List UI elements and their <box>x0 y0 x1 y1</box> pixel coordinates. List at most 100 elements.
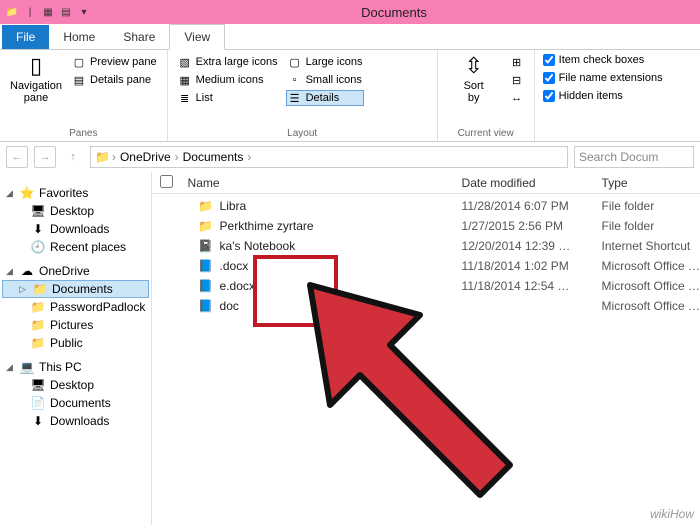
group-layout-label: Layout <box>176 128 429 139</box>
file-row[interactable]: 📘e.docx11/18/2014 12:54 …Microsoft Offic… <box>152 276 700 296</box>
tab-file[interactable]: File <box>2 25 49 49</box>
watermark: wikiHow <box>650 507 694 521</box>
tab-home[interactable]: Home <box>49 25 109 49</box>
caret-icon: ▷ <box>19 284 28 295</box>
file-list-pane: Name Date modified Type 📁Libra11/28/2014… <box>152 172 700 525</box>
view-small[interactable]: ▫Small icons <box>286 72 365 88</box>
header-name[interactable]: Name <box>182 176 462 190</box>
header-date[interactable]: Date modified <box>462 176 602 190</box>
crumb-onedrive[interactable]: OneDrive <box>118 150 173 164</box>
preview-pane-button[interactable]: ▢Preview pane <box>70 54 159 70</box>
title-bar: 📁 | ▦ ▤ ▾ Documents <box>0 0 700 24</box>
file-name: ka's Notebook <box>220 239 296 253</box>
tab-view[interactable]: View <box>169 24 225 50</box>
checkbox-item-checkboxes[interactable]: Item check boxes <box>543 54 663 66</box>
view-extra-large[interactable]: ▧Extra large icons <box>176 54 280 70</box>
file-type: File folder <box>602 199 700 213</box>
add-columns-button[interactable]: ⊟ <box>508 72 526 88</box>
chevron-right-icon: › <box>112 150 116 164</box>
downloads-icon: ⬇ <box>30 222 46 236</box>
file-icon: 📓 <box>198 238 214 254</box>
file-name: Perkthime zyrtare <box>220 219 314 233</box>
desktop-icon: 🖥 <box>30 204 46 218</box>
group-show-hide: Item check boxes File name extensions Hi… <box>535 50 671 141</box>
tree-pc-desktop[interactable]: 🖥Desktop <box>2 376 149 394</box>
folder-icon: 📁 <box>30 336 46 350</box>
file-name: Libra <box>220 199 247 213</box>
qat-dropdown-icon[interactable]: ▾ <box>76 4 92 20</box>
tree-documents[interactable]: ▷📁Documents <box>2 280 149 298</box>
view-large[interactable]: ▢Large icons <box>286 54 365 70</box>
details-pane-button[interactable]: ▤Details pane <box>70 72 159 88</box>
tree-downloads[interactable]: ⬇Downloads <box>2 220 149 238</box>
groupby-icon: ⊞ <box>510 55 524 69</box>
tree-passwordpadlock[interactable]: 📁PasswordPadlock <box>2 298 149 316</box>
qat-item-icon[interactable]: ▦ <box>40 4 56 20</box>
breadcrumb[interactable]: 📁 › OneDrive › Documents › <box>90 146 568 168</box>
tree-pc-downloads[interactable]: ⬇Downloads <box>2 412 149 430</box>
header-checkbox[interactable] <box>152 175 182 191</box>
file-row[interactable]: 📘docMicrosoft Office … <box>152 296 700 316</box>
navpane-icon: ▯ <box>30 54 42 78</box>
nav-tree[interactable]: ◢⭐Favorites 🖥Desktop ⬇Downloads 🕘Recent … <box>0 172 152 525</box>
qat-sep: | <box>22 4 38 20</box>
view-list[interactable]: ≣List <box>176 90 280 106</box>
view-details[interactable]: ☰Details <box>286 90 365 106</box>
tree-desktop[interactable]: 🖥Desktop <box>2 202 149 220</box>
checkbox-hidden-items[interactable]: Hidden items <box>543 90 663 102</box>
group-panes-label: Panes <box>8 128 159 139</box>
file-date: 11/18/2014 12:54 … <box>462 279 602 293</box>
file-date: 11/18/2014 1:02 PM <box>462 259 602 273</box>
tree-onedrive[interactable]: ◢☁OneDrive <box>2 262 149 280</box>
group-panes: ▯ Navigation pane ▢Preview pane ▤Details… <box>0 50 168 141</box>
group-current-view: ⇳ Sort by ⊞ ⊟ ↔ Current view <box>438 50 535 141</box>
checkbox-extensions[interactable]: File name extensions <box>543 72 663 84</box>
addcol-icon: ⊟ <box>510 73 524 87</box>
details-icon: ☰ <box>288 91 302 105</box>
up-button[interactable]: ↑ <box>62 146 84 168</box>
sort-by-button[interactable]: ⇳ Sort by <box>446 54 502 104</box>
view-medium[interactable]: ▦Medium icons <box>176 72 280 88</box>
folder-icon: 📁 <box>30 318 46 332</box>
documents-icon: 📄 <box>30 396 46 410</box>
caret-icon: ◢ <box>6 266 15 277</box>
sizecol-icon: ↔ <box>510 91 524 105</box>
desktop-icon: 🖥 <box>30 378 46 392</box>
downloads-icon: ⬇ <box>30 414 46 428</box>
file-date: 11/28/2014 6:07 PM <box>462 199 602 213</box>
search-input[interactable]: Search Docum <box>574 146 694 168</box>
size-columns-button[interactable]: ↔ <box>508 90 526 106</box>
group-by-button[interactable]: ⊞ <box>508 54 526 70</box>
crumb-documents[interactable]: Documents <box>181 150 246 164</box>
header-type[interactable]: Type <box>602 176 700 190</box>
tree-pictures[interactable]: 📁Pictures <box>2 316 149 334</box>
back-button[interactable]: ← <box>6 146 28 168</box>
lg-icon: ▢ <box>288 55 302 69</box>
forward-button[interactable]: → <box>34 146 56 168</box>
tree-public[interactable]: 📁Public <box>2 334 149 352</box>
group-current-label: Current view <box>446 128 526 139</box>
file-row[interactable]: 📘.docx11/18/2014 1:02 PMMicrosoft Office… <box>152 256 700 276</box>
caret-icon: ◢ <box>6 362 15 373</box>
explorer-body: ◢⭐Favorites 🖥Desktop ⬇Downloads 🕘Recent … <box>0 172 700 525</box>
tree-thispc[interactable]: ◢💻This PC <box>2 358 149 376</box>
file-row[interactable]: 📁Libra11/28/2014 6:07 PMFile folder <box>152 196 700 216</box>
tree-favorites[interactable]: ◢⭐Favorites <box>2 184 149 202</box>
star-icon: ⭐ <box>19 186 35 200</box>
file-row[interactable]: 📓ka's Notebook12/20/2014 12:39 …Internet… <box>152 236 700 256</box>
address-bar: ← → ↑ 📁 › OneDrive › Documents › Search … <box>0 142 700 172</box>
navigation-pane-button[interactable]: ▯ Navigation pane <box>8 54 64 104</box>
cloud-icon: ☁ <box>19 264 35 278</box>
file-row[interactable]: 📁Perkthime zyrtare1/27/2015 2:56 PMFile … <box>152 216 700 236</box>
file-icon: 📘 <box>198 298 214 314</box>
column-headers: Name Date modified Type <box>152 172 700 194</box>
chevron-right-icon: › <box>247 150 251 164</box>
ribbon-tabs: File Home Share View <box>0 24 700 50</box>
sort-icon: ⇳ <box>464 54 482 78</box>
tree-pc-documents[interactable]: 📄Documents <box>2 394 149 412</box>
properties-icon[interactable]: ▤ <box>58 4 74 20</box>
tab-share[interactable]: Share <box>109 25 169 49</box>
caret-icon: ◢ <box>6 188 15 199</box>
tree-recent[interactable]: 🕘Recent places <box>2 238 149 256</box>
xl-icon: ▧ <box>178 55 192 69</box>
